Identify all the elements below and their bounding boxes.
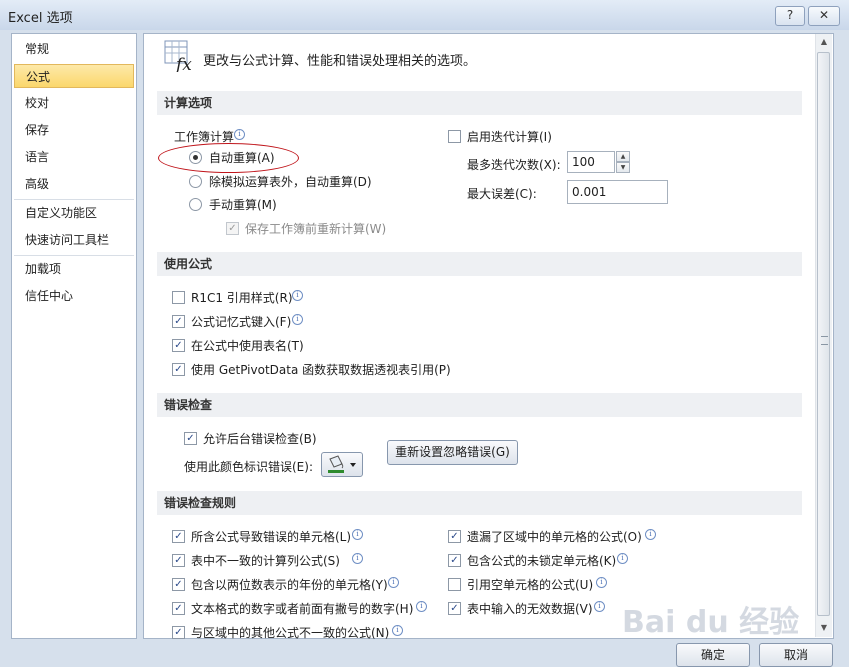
section-error-checking: 错误检查 xyxy=(157,393,802,417)
nav-item-customize-ribbon[interactable]: 自定义功能区 xyxy=(14,201,134,225)
info-icon: i xyxy=(292,290,303,301)
rule-unlocked-cells-checkbox[interactable]: ✓ xyxy=(448,554,461,567)
rule-number-as-text-checkbox[interactable]: ✓ xyxy=(172,602,185,615)
getpivotdata-label[interactable]: 使用 GetPivotData 函数获取数据透视表引用(P) xyxy=(191,361,451,378)
radio-auto-except-tables-label[interactable]: 除模拟运算表外，自动重算(D) xyxy=(209,173,372,190)
save-recalc-label: 保存工作簿前重新计算(W) xyxy=(245,222,387,236)
rule-invalid-data-checkbox[interactable]: ✓ xyxy=(448,602,461,615)
nav-item-save[interactable]: 保存 xyxy=(14,118,134,142)
max-change-label: 最大误差(C): xyxy=(467,187,537,201)
background-error-checking-checkbox[interactable]: ✓ xyxy=(184,432,197,445)
rule-omitted-cells-label[interactable]: 遗漏了区域中的单元格的公式(O) xyxy=(467,528,642,545)
close-button[interactable]: ✕ xyxy=(808,6,840,26)
help-button[interactable]: ? xyxy=(775,6,805,26)
info-icon: i xyxy=(416,601,427,612)
window-title: Excel 选项 xyxy=(8,11,73,26)
rule-number-as-text-label[interactable]: 文本格式的数字或者前面有撇号的数字(H) xyxy=(191,600,413,617)
rule-two-digit-year-label[interactable]: 包含以两位数表示的年份的单元格(Y) xyxy=(191,576,388,593)
nav-item-quick-access-toolbar[interactable]: 快速访问工具栏 xyxy=(14,228,134,252)
spin-down-arrow-icon[interactable]: ▼ xyxy=(616,162,630,173)
info-icon: i xyxy=(234,129,245,140)
r1c1-checkbox[interactable] xyxy=(172,291,185,304)
rule-error-cells-checkbox[interactable]: ✓ xyxy=(172,530,185,543)
formula-autocomplete-checkbox[interactable]: ✓ xyxy=(172,315,185,328)
reset-ignored-errors-button[interactable]: 重新设置忽略错误(G) xyxy=(387,440,518,465)
vertical-scrollbar[interactable]: ▲ ▼ xyxy=(815,34,832,637)
section-calculation: 计算选项 xyxy=(157,91,802,115)
cancel-button[interactable]: 取消 xyxy=(759,643,833,667)
iterative-calc-checkbox[interactable] xyxy=(448,130,461,143)
ok-button[interactable]: 确定 xyxy=(676,643,750,667)
nav-item-general[interactable]: 常规 xyxy=(14,37,134,61)
getpivotdata-checkbox[interactable]: ✓ xyxy=(172,363,185,376)
save-recalc-checkbox: ✓ xyxy=(226,222,239,235)
watermark: Bai du 经验 xyxy=(622,605,800,640)
info-icon: i xyxy=(292,314,303,325)
radio-auto-except-tables[interactable] xyxy=(189,175,202,188)
max-iterations-label: 最多迭代次数(X): xyxy=(467,158,561,172)
content-panel xyxy=(143,33,834,639)
header-description: 更改与公式计算、性能和错误处理相关的选项。 xyxy=(203,54,477,69)
max-change-input[interactable]: 0.001 xyxy=(567,180,668,204)
background-error-checking-label[interactable]: 允许后台错误检查(B) xyxy=(203,430,317,447)
nav-item-advanced[interactable]: 高级 xyxy=(14,172,134,196)
rule-empty-cells-label[interactable]: 引用空单元格的公式(U) xyxy=(467,576,593,593)
nav-divider xyxy=(14,255,134,256)
scrollbar-thumb[interactable] xyxy=(817,52,830,616)
nav-item-formulas[interactable]: 公式 xyxy=(14,64,134,88)
info-icon: i xyxy=(388,577,399,588)
table-names-label[interactable]: 在公式中使用表名(T) xyxy=(191,337,304,354)
scroll-down-arrow-icon[interactable]: ▼ xyxy=(816,620,832,636)
nav-item-addins[interactable]: 加载项 xyxy=(14,257,134,281)
info-icon: i xyxy=(617,553,628,564)
rule-inconsistent-column-checkbox[interactable]: ✓ xyxy=(172,554,185,567)
section-error-checking-rules: 错误检查规则 xyxy=(157,491,802,515)
error-color-label: 使用此颜色标识错误(E): xyxy=(184,460,313,474)
spin-up-arrow-icon[interactable]: ▲ xyxy=(616,151,630,162)
rule-inconsistent-column-label[interactable]: 表中不一致的计算列公式(S) xyxy=(191,552,340,569)
rule-invalid-data-label[interactable]: 表中输入的无效数据(V) xyxy=(467,600,593,617)
formula-icon: fx xyxy=(164,40,196,75)
info-icon: i xyxy=(596,577,607,588)
max-iterations-input[interactable]: 100 xyxy=(567,151,615,173)
info-icon: i xyxy=(645,529,656,540)
table-names-checkbox[interactable]: ✓ xyxy=(172,339,185,352)
info-icon: i xyxy=(594,601,605,612)
rule-inconsistent-formula-checkbox[interactable]: ✓ xyxy=(172,626,185,639)
nav-item-trust-center[interactable]: 信任中心 xyxy=(14,284,134,308)
title-bar: Excel 选项 ? ✕ xyxy=(0,0,849,30)
svg-text:fx: fx xyxy=(174,55,192,72)
annotation-circle xyxy=(158,143,299,173)
nav-divider xyxy=(14,199,134,200)
error-color-picker[interactable] xyxy=(321,452,363,477)
info-icon: i xyxy=(352,553,363,564)
iterative-calc-label[interactable]: 启用迭代计算(I) xyxy=(467,128,552,145)
rule-empty-cells-checkbox[interactable] xyxy=(448,578,461,591)
radio-manual-label[interactable]: 手动重算(M) xyxy=(209,196,277,213)
section-working-with-formulas: 使用公式 xyxy=(157,252,802,276)
scroll-up-arrow-icon[interactable]: ▲ xyxy=(816,34,832,50)
info-icon: i xyxy=(352,529,363,540)
paint-bucket-icon xyxy=(328,455,356,473)
nav-item-proofing[interactable]: 校对 xyxy=(14,91,134,115)
rule-error-cells-label[interactable]: 所含公式导致错误的单元格(L) xyxy=(191,528,351,545)
radio-manual[interactable] xyxy=(189,198,202,211)
rule-inconsistent-formula-label[interactable]: 与区域中的其他公式不一致的公式(N) xyxy=(191,624,389,641)
nav-item-language[interactable]: 语言 xyxy=(14,145,134,169)
rule-unlocked-cells-label[interactable]: 包含公式的未锁定单元格(K) xyxy=(467,552,616,569)
r1c1-label[interactable]: R1C1 引用样式(R) xyxy=(191,289,293,306)
options-nav: 常规 公式 校对 保存 语言 高级 自定义功能区 快速访问工具栏 加载项 信任中… xyxy=(11,33,137,639)
info-icon: i xyxy=(392,625,403,636)
formula-autocomplete-label[interactable]: 公式记忆式键入(F) xyxy=(191,313,291,330)
rule-two-digit-year-checkbox[interactable]: ✓ xyxy=(172,578,185,591)
rule-omitted-cells-checkbox[interactable]: ✓ xyxy=(448,530,461,543)
